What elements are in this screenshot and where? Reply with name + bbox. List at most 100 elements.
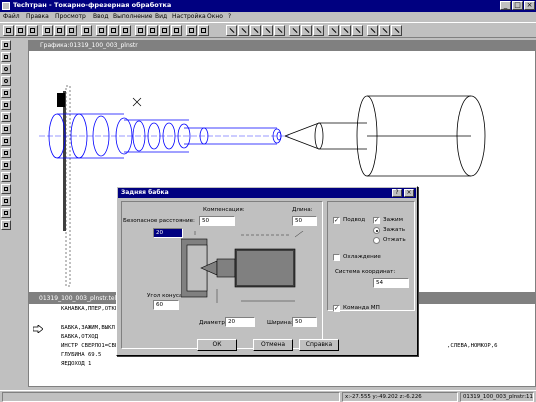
program-line-4[interactable]: БАБКА,ОТХОД [61, 334, 98, 340]
left-toolstrip [0, 38, 12, 320]
help-button[interactable]: Справка [299, 339, 339, 351]
run-icon[interactable] [96, 25, 107, 36]
pan-icon[interactable] [186, 25, 197, 36]
menu-window[interactable]: Окно [207, 13, 223, 20]
dialog-title: Задняя бабка [121, 189, 169, 196]
clamp-label: Зажим [383, 217, 403, 223]
tailstock-icon[interactable] [1, 196, 11, 206]
zoom-in-icon[interactable] [135, 25, 146, 36]
select-icon[interactable] [1, 40, 11, 50]
diameter-label: Диаметр: [199, 320, 227, 326]
transform-icon[interactable] [1, 208, 11, 218]
coord-system-label: Система координат: [335, 269, 396, 275]
line-icon[interactable] [1, 52, 11, 62]
maximize-button[interactable]: □ [512, 1, 523, 10]
program-line-5[interactable]: ИНСТР СВЕРЛО1=СВЕР [61, 343, 122, 349]
zoom-fit-icon[interactable] [171, 25, 182, 36]
menu-file[interactable]: Файл [3, 13, 20, 20]
drill-icon[interactable] [1, 148, 11, 158]
program-line-5-tail: ,СЛЕВА,НОМКОР,6 [447, 343, 498, 349]
tool-path2-icon[interactable] [301, 25, 312, 36]
release-radio[interactable] [373, 237, 380, 244]
coord-system-input[interactable]: 54 [373, 278, 409, 288]
zoom-window-icon[interactable] [159, 25, 170, 36]
tailstock-dialog: Задняя бабка ? × Безопасное расстояние: … [116, 186, 418, 356]
tool-path3-icon[interactable] [313, 25, 324, 36]
length-input[interactable]: 50 [292, 216, 317, 226]
width-input[interactable]: 50 [292, 317, 317, 327]
program-window-title: 01319_100_003_plnstr.tel [39, 295, 117, 302]
tool-path5-icon[interactable] [340, 25, 351, 36]
table-icon[interactable] [1, 172, 11, 182]
program-line-7[interactable]: ЯЕДОХОД 1 [61, 361, 91, 367]
menu-settings[interactable]: Настройка [172, 13, 206, 20]
draw-line5-icon[interactable] [274, 25, 285, 36]
cmd-mp-checkbox[interactable]: ✓ [333, 305, 340, 312]
square-icon[interactable] [1, 112, 11, 122]
app-icon [2, 2, 10, 10]
circle-icon[interactable] [1, 64, 11, 74]
stop-icon[interactable] [120, 25, 131, 36]
draw-line2-icon[interactable] [238, 25, 249, 36]
program-line-6[interactable]: ГЛУБИНА 69.5 [61, 352, 101, 358]
cooling-checkbox[interactable] [333, 254, 340, 261]
copy-icon[interactable] [54, 25, 65, 36]
graphic-window-title: Графика:01319_100_003_plnstr [40, 42, 138, 49]
draw-line-icon[interactable] [226, 25, 237, 36]
program-line-3[interactable]: БАБКА,ЗАЖИМ,ВЫКЛ [61, 325, 115, 331]
menu-input[interactable]: Ввод [93, 13, 108, 20]
arc-icon[interactable] [1, 76, 11, 86]
tool-path6-icon[interactable] [352, 25, 363, 36]
draw-line4-icon[interactable] [262, 25, 273, 36]
paste-icon[interactable] [66, 25, 77, 36]
clamp-checkbox[interactable]: ✓ [373, 217, 380, 224]
measure-icon[interactable] [1, 220, 11, 230]
menu-view[interactable]: Просмотр [55, 13, 86, 20]
diameter-input[interactable]: 20 [225, 317, 255, 327]
approach-label: Подвод [343, 217, 366, 223]
point-icon[interactable] [1, 88, 11, 98]
menu-help[interactable]: ? [228, 13, 231, 20]
tool-path8-icon[interactable] [379, 25, 390, 36]
safe-distance-input[interactable]: 20 [153, 228, 183, 238]
menu-display[interactable]: Вид [155, 13, 167, 20]
cone-angle-input[interactable]: 60 [153, 300, 179, 310]
close-button[interactable]: × [524, 1, 535, 10]
cone-angle-label: Угол конуса: [147, 293, 185, 299]
tool-path1-icon[interactable] [289, 25, 300, 36]
step-icon[interactable] [108, 25, 119, 36]
program-line-1[interactable]: КАНАВКА,ППЕР,ОТКР, [61, 306, 122, 312]
menu-run[interactable]: Выполнение [113, 13, 152, 20]
draw-line3-icon[interactable] [250, 25, 261, 36]
compensation-input[interactable]: 50 [199, 216, 235, 226]
cooling-label: Охлаждение [343, 254, 381, 260]
title-bar: Techтран - Токарно-фрезерная обработка _… [0, 0, 536, 12]
cancel-button[interactable]: Отмена [253, 339, 293, 351]
dialog-close-button[interactable]: × [404, 189, 414, 197]
status-coords: x:-27.555 y:-49.202 z:-6.226 [342, 392, 458, 402]
minimize-button[interactable]: _ [500, 1, 511, 10]
menu-edit[interactable]: Правка [26, 13, 49, 20]
window-title: Techтран - Токарно-фрезерная обработка [13, 1, 172, 9]
contour-icon[interactable] [1, 100, 11, 110]
rotate-icon[interactable] [198, 25, 209, 36]
cut-icon[interactable] [42, 25, 53, 36]
ok-button[interactable]: ОК [197, 339, 237, 351]
clamp-radio[interactable] [373, 227, 380, 234]
zoom-out-icon[interactable] [147, 25, 158, 36]
new-file-icon[interactable] [3, 25, 14, 36]
cutter-icon[interactable] [1, 184, 11, 194]
menu-bar: Файл Правка Просмотр Ввод Выполнение Вид… [0, 12, 536, 22]
save-icon[interactable] [27, 25, 38, 36]
tool-icon[interactable] [1, 136, 11, 146]
grid-icon[interactable] [1, 160, 11, 170]
tailstock-schematic [181, 231, 304, 303]
tool-path4-icon[interactable] [328, 25, 339, 36]
dialog-help-button[interactable]: ? [392, 189, 402, 197]
open-file-icon[interactable] [15, 25, 26, 36]
tool-path7-icon[interactable] [367, 25, 378, 36]
shape-icon[interactable] [1, 124, 11, 134]
tool-path9-icon[interactable] [391, 25, 402, 36]
print-icon[interactable] [81, 25, 92, 36]
approach-checkbox[interactable]: ✓ [333, 217, 340, 224]
